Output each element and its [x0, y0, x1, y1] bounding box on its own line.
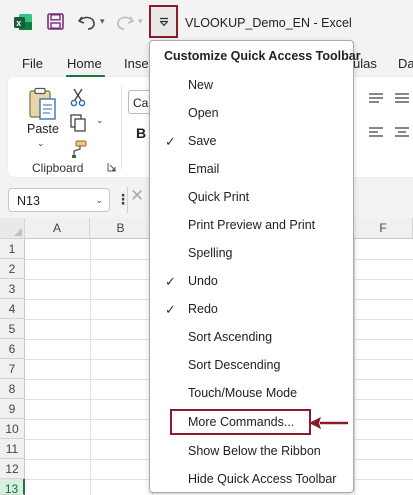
column-header-f[interactable]: F	[354, 218, 413, 239]
menu-item-label: Open	[188, 106, 219, 120]
menu-title: Customize Quick Access Toolbar	[164, 49, 361, 63]
name-box-value: N13	[17, 194, 40, 208]
group-separator	[121, 85, 122, 169]
row-header[interactable]: 10	[0, 419, 25, 439]
excel-logo-icon: x	[14, 14, 32, 30]
column-header-a[interactable]: A	[25, 218, 90, 239]
document-title: VLOOKUP_Demo_EN - Excel	[185, 16, 352, 30]
menu-item-email[interactable]: Email	[150, 156, 353, 184]
more-commands-highlight	[170, 409, 311, 435]
menu-item-touch-mouse-mode[interactable]: Touch/Mouse Mode	[150, 380, 353, 408]
menu-item-new[interactable]: New	[150, 72, 353, 100]
column-gridline	[90, 239, 91, 495]
name-box[interactable]: N13 ⌄	[8, 188, 110, 212]
checkmark-icon: ✓	[165, 274, 176, 289]
row-header[interactable]: 12	[0, 459, 25, 479]
tab-file[interactable]: File	[22, 56, 43, 71]
formula-separator	[127, 187, 128, 213]
menu-item-open[interactable]: Open	[150, 100, 353, 128]
menu-item-quick-print[interactable]: Quick Print	[150, 184, 353, 212]
menu-item-label: Print Preview and Print	[188, 218, 316, 232]
menu-item-spelling[interactable]: Spelling	[150, 240, 353, 268]
cut-icon[interactable]	[68, 87, 88, 107]
column-header-b[interactable]: B	[90, 218, 152, 239]
menu-item-show-below-ribbon[interactable]: Show Below the Ribbon	[150, 438, 353, 466]
checkmark-icon: ✓	[165, 134, 176, 149]
align-left-icon[interactable]	[368, 126, 384, 140]
row-header[interactable]: 1	[0, 239, 25, 259]
menu-item-label: Touch/Mouse Mode	[188, 386, 298, 400]
menu-item-redo[interactable]: ✓ Redo	[150, 296, 353, 324]
row-header[interactable]: 3	[0, 279, 25, 299]
bold-button[interactable]: B	[136, 125, 146, 141]
title-bar: x ▾ ▾ VLOOKUP_Demo_EN - Excel	[0, 0, 413, 44]
clipboard-group-label: Clipboard	[32, 161, 84, 175]
paste-dropdown-icon[interactable]: ⌄	[37, 138, 45, 149]
menu-item-label: Spelling	[188, 246, 233, 260]
menu-item-sort-descending[interactable]: Sort Descending	[150, 352, 353, 380]
menu-item-print-preview[interactable]: Print Preview and Print	[150, 212, 353, 240]
tab-data[interactable]: Dat	[398, 56, 413, 71]
menu-item-label: New	[188, 78, 214, 92]
column-gridline	[354, 239, 355, 495]
menu-item-label: Sort Descending	[188, 358, 281, 372]
menu-item-save[interactable]: ✓ Save	[150, 128, 353, 156]
align-center-icon[interactable]	[394, 126, 410, 140]
arrow-left-icon	[309, 417, 348, 429]
tab-home[interactable]: Home	[67, 56, 102, 71]
menu-item-label: Email	[188, 162, 220, 176]
row-header[interactable]: 11	[0, 439, 25, 459]
row-header[interactable]: 7	[0, 359, 25, 379]
paste-icon[interactable]	[28, 87, 58, 121]
copy-icon[interactable]	[68, 113, 88, 133]
copy-dropdown-icon[interactable]: ⌄	[96, 115, 104, 126]
row-header[interactable]: 6	[0, 339, 25, 359]
cancel-icon[interactable]: ✕	[130, 186, 144, 206]
menu-item-sort-ascending[interactable]: Sort Ascending	[150, 324, 353, 352]
customize-qat-icon	[159, 17, 168, 26]
menu-item-label: Hide Quick Access Toolbar	[188, 472, 337, 486]
menu-item-label: Show Below the Ribbon	[188, 444, 321, 458]
format-painter-icon[interactable]	[68, 139, 88, 159]
undo-dropdown-icon[interactable]: ▾	[100, 16, 105, 27]
svg-text:x: x	[16, 18, 21, 28]
align-middle-icon[interactable]	[394, 92, 410, 106]
row-header-active[interactable]: 13	[0, 479, 25, 495]
menu-item-hide-qat[interactable]: Hide Quick Access Toolbar	[150, 466, 353, 494]
paste-button-label[interactable]: Paste	[27, 122, 59, 136]
menu-item-label: Sort Ascending	[188, 330, 273, 344]
select-all-button[interactable]	[0, 218, 25, 239]
row-header[interactable]: 4	[0, 299, 25, 319]
menu-item-label: Quick Print	[188, 190, 250, 204]
menu-item-label: Save	[188, 134, 217, 148]
chevron-down-icon[interactable]: ⌄	[95, 195, 103, 206]
row-header[interactable]: 9	[0, 399, 25, 419]
menu-item-label: Redo	[188, 302, 218, 316]
redo-dropdown-icon: ▾	[138, 16, 143, 26]
undo-icon[interactable]	[76, 12, 98, 32]
row-header[interactable]: 2	[0, 259, 25, 279]
row-header[interactable]: 8	[0, 379, 25, 399]
menu-item-label: Undo	[188, 274, 218, 288]
row-header[interactable]: 5	[0, 319, 25, 339]
clipboard-group: Paste ⌄ ⌄ Clipboard	[8, 77, 123, 177]
redo-icon	[117, 16, 134, 30]
save-icon[interactable]	[46, 12, 65, 31]
dialog-launcher-icon[interactable]	[107, 162, 117, 172]
align-top-icon[interactable]	[368, 92, 384, 106]
menu-item-undo[interactable]: ✓ Undo	[150, 268, 353, 296]
customize-qat-button[interactable]	[149, 5, 178, 38]
checkmark-icon: ✓	[165, 302, 176, 317]
